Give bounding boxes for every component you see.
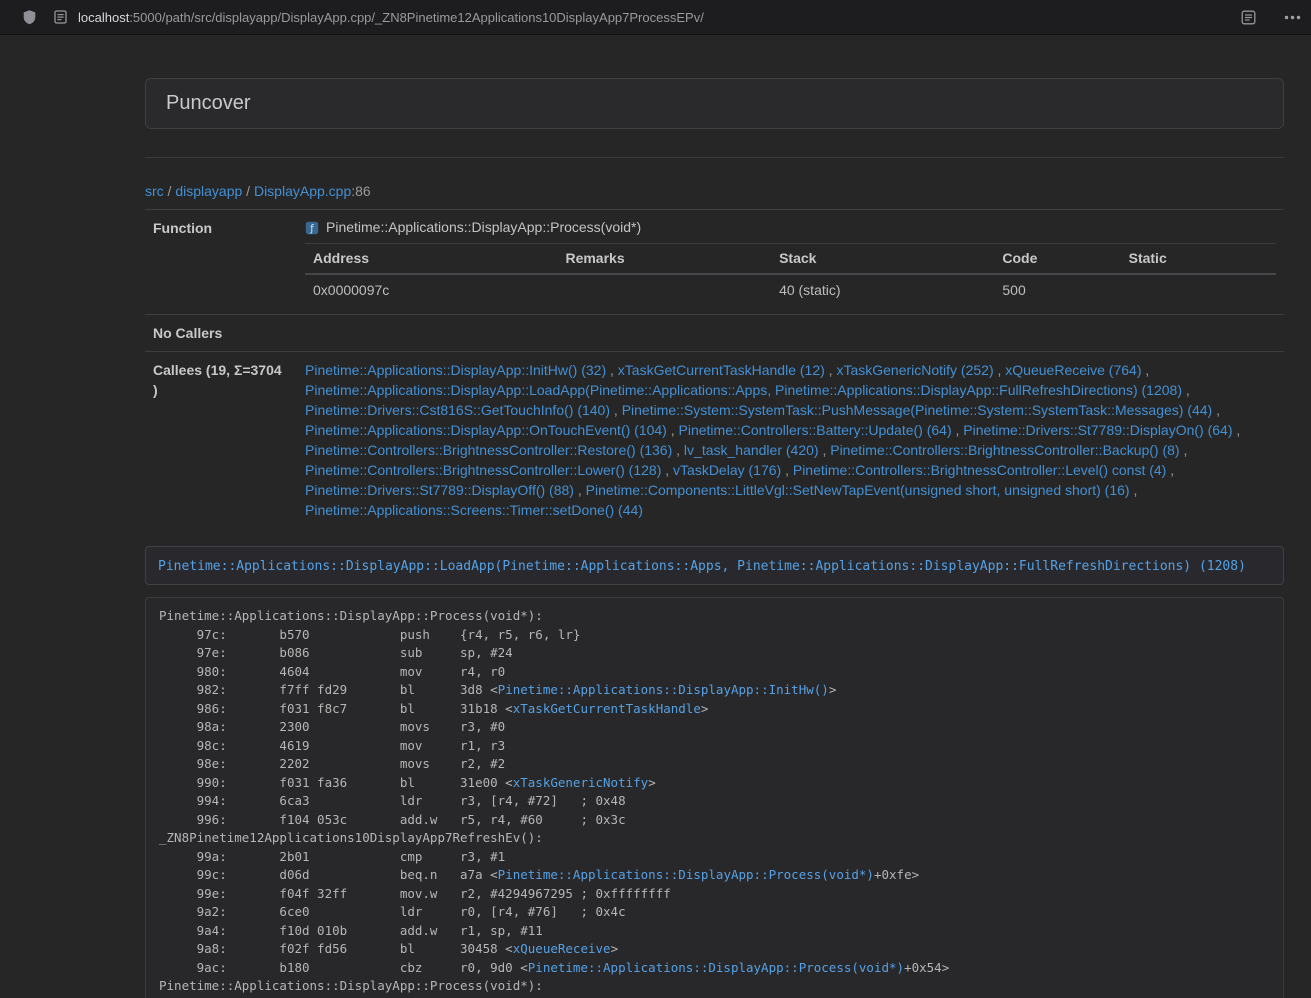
callee-separator: , [1166,462,1174,478]
column-header: Static [1121,244,1276,275]
function-name: Pinetime::Applications::DisplayApp::Proc… [326,218,641,237]
callee-separator: , [1212,402,1220,418]
table-cell [1121,274,1276,306]
function-cell: ƒ Pinetime::Applications::DisplayApp::Pr… [297,210,1284,315]
callee-link[interactable]: Pinetime::Applications::DisplayApp::Init… [305,362,606,378]
table-cell [557,274,771,306]
callee-link[interactable]: Pinetime::Controllers::Battery::Update()… [679,422,952,438]
callee-link[interactable]: Pinetime::Controllers::BrightnessControl… [305,442,672,458]
callee-separator: , [952,422,964,438]
disasm-symbol-link[interactable]: Pinetime::Applications::DisplayApp::Proc… [498,867,874,882]
disasm-symbol-link[interactable]: Pinetime::Applications::DisplayApp::Init… [498,682,829,697]
callee-separator: , [1182,382,1190,398]
callee-link[interactable]: Pinetime::Controllers::BrightnessControl… [305,462,661,478]
callee-separator: , [606,362,618,378]
callee-separator: , [661,462,673,478]
disasm-symbol-link[interactable]: Pinetime::Applications::DisplayApp::Proc… [528,960,904,975]
callers-row: No Callers [145,315,1284,352]
disassembly-block: Pinetime::Applications::DisplayApp::Proc… [145,597,1284,998]
callee-separator: , [1180,442,1188,458]
table-cell: 40 (static) [771,274,994,306]
reader-view-icon[interactable] [1241,10,1256,25]
callees-label: Callees (19, Σ=3704 ) [145,352,297,529]
callee-separator: , [994,362,1006,378]
callee-link[interactable]: Pinetime::Drivers::St7789::DisplayOn() (… [963,422,1232,438]
breadcrumb: src / displayapp / DisplayApp.cpp:86 [145,181,1284,201]
callees-row: Callees (19, Σ=3704 ) Pinetime::Applicat… [145,352,1284,529]
column-header: Address [305,244,557,275]
disasm-symbol-link[interactable]: xTaskGetCurrentTaskHandle [513,701,701,716]
callees-list: Pinetime::Applications::DisplayApp::Init… [297,352,1284,529]
callee-link[interactable]: xTaskGenericNotify (252) [836,362,993,378]
disasm-symbol-link[interactable]: xTaskGenericNotify [513,775,648,790]
svg-text:ƒ: ƒ [309,223,314,234]
callee-separator: , [825,362,837,378]
callee-link[interactable]: lv_task_handler (420) [684,442,819,458]
callee-link[interactable]: vTaskDelay (176) [673,462,781,478]
callee-link[interactable]: Pinetime::Drivers::Cst816S::GetTouchInfo… [305,402,610,418]
function-title: ƒ Pinetime::Applications::DisplayApp::Pr… [305,218,1276,237]
url-domain: localhost [78,10,129,25]
no-callers-label: No Callers [145,315,297,352]
address-table-header: AddressRemarksStackCodeStatic [305,244,1276,275]
divider [145,157,1284,158]
overflow-menu-icon[interactable] [1284,15,1301,20]
column-header: Stack [771,244,994,275]
callee-separator: , [1130,482,1138,498]
callee-separator: , [781,462,793,478]
callee-link[interactable]: Pinetime::Controllers::BrightnessControl… [793,462,1166,478]
url-path: :5000/path/src/displayapp/DisplayApp.cpp… [129,10,704,25]
column-header: Code [994,244,1120,275]
breadcrumb-link[interactable]: displayapp [175,183,242,199]
address-table-row: 0x0000097c 40 (static)500 [305,274,1276,306]
shield-icon[interactable] [22,9,37,25]
callee-separator: , [610,402,622,418]
callee-link[interactable]: Pinetime::Applications::DisplayApp::Load… [305,382,1182,398]
breadcrumb-separator: / [164,183,176,199]
breadcrumb-line-number: :86 [351,183,370,199]
page-title: Puncover [166,91,1263,116]
callers-cell [297,315,1284,352]
callee-separator: , [1233,422,1241,438]
breadcrumb-separator: / [242,183,254,199]
page-container: Puncover src / displayapp / DisplayApp.c… [145,78,1284,998]
callee-link[interactable]: Pinetime::Components::LittleVgl::SetNewT… [586,482,1130,498]
callee-link[interactable]: xTaskGetCurrentTaskHandle (12) [618,362,825,378]
callee-separator: , [574,482,586,498]
selected-callee-link[interactable]: Pinetime::Applications::DisplayApp::Load… [158,559,1246,574]
breadcrumb-link[interactable]: src [145,183,164,199]
breadcrumb-link[interactable]: DisplayApp.cpp [254,183,351,199]
address-bar[interactable]: localhost:5000/path/src/displayapp/Displ… [78,10,704,25]
function-symbol-icon: ƒ [305,221,319,235]
browser-toolbar: localhost:5000/path/src/displayapp/Displ… [0,0,1311,35]
function-label: Function [145,210,297,315]
column-header: Remarks [557,244,771,275]
callee-link[interactable]: Pinetime::Drivers::St7789::DisplayOff() … [305,482,574,498]
function-row: Function ƒ Pinetime::Applications::Displ… [145,210,1284,315]
callee-link[interactable]: Pinetime::Applications::Screens::Timer::… [305,502,643,518]
address-table: AddressRemarksStackCodeStatic 0x0000097c… [305,243,1276,306]
callee-link[interactable]: Pinetime::System::SystemTask::PushMessag… [622,402,1213,418]
table-cell: 500 [994,274,1120,306]
page-header: Puncover [145,78,1284,129]
callee-separator: , [819,442,831,458]
site-info-icon[interactable] [54,10,67,24]
callee-link[interactable]: Pinetime::Controllers::BrightnessControl… [830,442,1179,458]
disasm-symbol-link[interactable]: xQueueReceive [513,941,611,956]
callee-link[interactable]: xQueueReceive (764) [1005,362,1141,378]
symbol-table: Function ƒ Pinetime::Applications::Displ… [145,209,1284,528]
callee-separator: , [1141,362,1149,378]
callee-link[interactable]: Pinetime::Applications::DisplayApp::OnTo… [305,422,667,438]
table-cell: 0x0000097c [305,274,557,306]
callee-separator: , [672,442,684,458]
selected-callee-box: Pinetime::Applications::DisplayApp::Load… [145,546,1284,585]
callee-separator: , [667,422,679,438]
